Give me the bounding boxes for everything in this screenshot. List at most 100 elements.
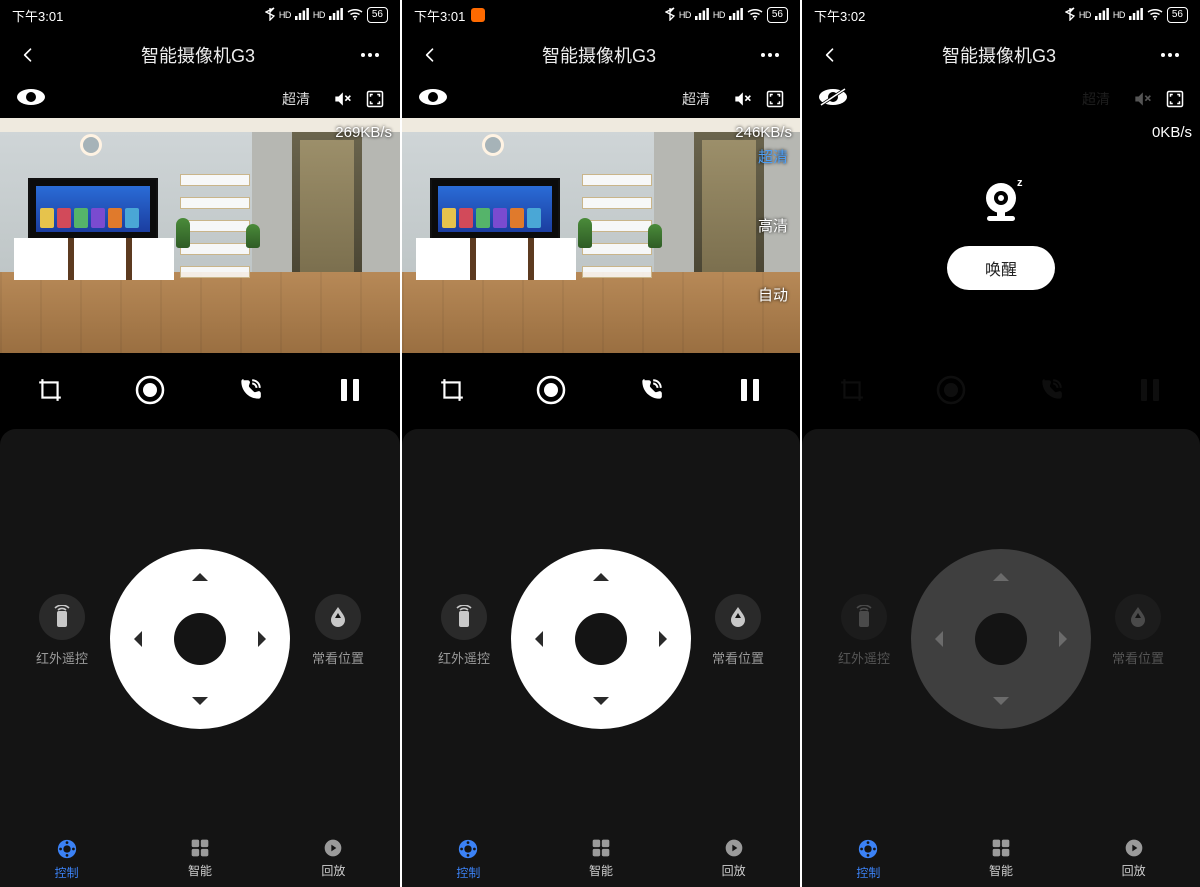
preset-position-label: 常看位置 [712,648,764,667]
tv [430,178,560,240]
tab-control[interactable]: 控制 [456,838,480,881]
privacy-eye-button[interactable] [16,87,46,112]
tab-replay[interactable]: 回放 [321,838,345,881]
mute-button[interactable] [732,89,752,109]
preset-position-button[interactable]: 常看位置 [712,594,764,667]
joystick-down[interactable] [593,697,609,713]
ptz-joystick[interactable] [511,549,691,729]
tab-control[interactable]: 控制 [856,838,880,881]
call-button[interactable] [627,366,675,414]
bottom-tabs: 控制 智能 回放 [402,838,800,881]
back-button[interactable] [18,45,38,65]
hd-indicator: HD [713,10,725,20]
wifi-icon [347,8,363,23]
smart-tab-icon [991,838,1011,858]
status-bar: 下午3:01 HD HD 56 [402,0,800,30]
signal-icon [729,8,743,23]
video-viewport[interactable]: 246KB/s 超清 高清 自动 [402,118,800,353]
resolution-option-auto[interactable]: 自动 [750,282,796,307]
plant [578,218,592,248]
plant [246,224,260,248]
smart-tab-icon [591,838,611,858]
video-viewport[interactable]: z 唤醒 0KB/s [802,118,1200,353]
plant [648,224,662,248]
quality-button: 超清 [1074,85,1118,113]
more-button[interactable] [758,43,782,67]
title-bar: 智能摄像机G3 [0,30,400,80]
fullscreen-button[interactable] [1166,90,1184,108]
drop-icon [715,594,761,640]
tab-smart[interactable]: 智能 [188,838,212,881]
call-button[interactable] [226,366,274,414]
replay-tab-icon [323,838,343,858]
control-tab-icon [857,838,879,860]
page-title: 智能摄像机G3 [141,42,255,68]
resolution-option-hd[interactable]: 高清 [750,213,796,238]
tab-replay[interactable]: 回放 [722,838,746,881]
quality-button[interactable]: 超清 [674,85,718,113]
screenshot-button [828,366,876,414]
svg-text:z: z [1017,177,1023,189]
clock-text: 下午3:02 [814,6,865,25]
fullscreen-button[interactable] [766,90,784,108]
more-button[interactable] [358,43,382,67]
wake-button[interactable]: 唤醒 [947,246,1055,290]
ptz-joystick[interactable] [110,549,290,729]
ir-remote-button[interactable]: 红外遥控 [438,594,490,667]
bottom-tabs: 控制 智能 回放 [802,838,1200,881]
pause-button[interactable] [726,366,774,414]
plant [176,218,190,248]
joystick-center [174,613,226,665]
app-indicator-icon [471,8,485,22]
remote-icon [441,594,487,640]
video-viewport[interactable]: 269KB/s [0,118,400,353]
quality-button[interactable]: 超清 [274,85,318,113]
back-button[interactable] [820,45,840,65]
resolution-option-uhd[interactable]: 超清 [750,144,796,169]
pause-button[interactable] [326,366,374,414]
screenshot-button[interactable] [428,366,476,414]
joystick-left[interactable] [527,631,543,647]
joystick-right[interactable] [659,631,675,647]
remote-icon [39,594,85,640]
joystick-center [575,613,627,665]
shelf [180,174,250,278]
privacy-eye-button[interactable] [418,87,448,112]
ir-remote-button[interactable]: 红外遥控 [36,594,88,667]
joystick-right[interactable] [258,631,274,647]
joystick-left[interactable] [126,631,142,647]
ir-remote-button: 红外遥控 [838,594,890,667]
preset-position-button[interactable]: 常看位置 [312,594,364,667]
joystick-up [993,565,1009,581]
back-button[interactable] [420,45,440,65]
tab-smart[interactable]: 智能 [589,838,613,881]
camera-sleep-icon: z [973,176,1029,237]
video-toolbar: 超清 [402,80,800,118]
hd-indicator: HD [679,10,691,20]
tab-control[interactable]: 控制 [55,838,79,881]
tab-smart[interactable]: 智能 [989,838,1013,881]
privacy-eye-button[interactable] [818,87,848,112]
bandwidth-label: 246KB/s [735,124,792,141]
drop-icon [1115,594,1161,640]
tab-replay[interactable]: 回放 [1122,838,1146,881]
record-button[interactable] [126,366,174,414]
tab-replay-label: 回放 [722,862,746,879]
screenshot-button[interactable] [26,366,74,414]
mute-button[interactable] [332,89,352,109]
page-title: 智能摄像机G3 [942,42,1056,68]
tab-control-label: 控制 [456,864,480,881]
joystick-down[interactable] [192,697,208,713]
title-bar: 智能摄像机G3 [802,30,1200,80]
joystick-up[interactable] [593,565,609,581]
fullscreen-button[interactable] [366,90,384,108]
record-button[interactable] [527,366,575,414]
wifi-icon [1147,8,1163,23]
control-panel: 红外遥控 常看位置 控制 智能 [802,429,1200,887]
shelf [582,174,652,278]
more-button[interactable] [1158,43,1182,67]
joystick-up[interactable] [192,565,208,581]
hd-indicator: HD [313,10,325,20]
ir-remote-label: 红外遥控 [36,648,88,667]
mute-button [1132,89,1152,109]
